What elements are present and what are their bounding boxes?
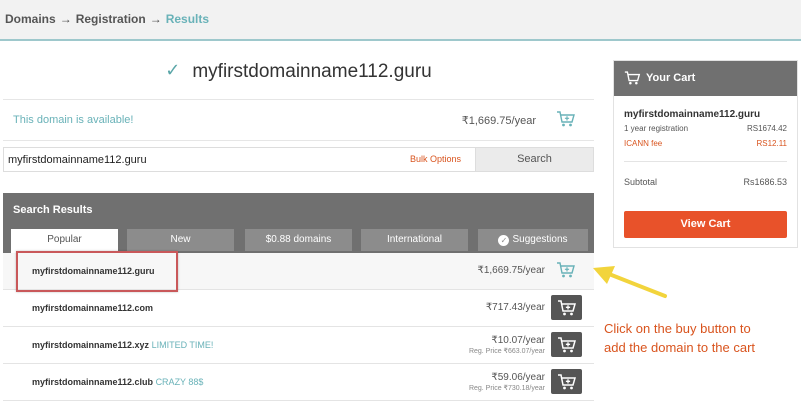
highlight-box <box>16 251 178 292</box>
cart-title: Your Cart <box>646 72 696 84</box>
annotation-line-1: Click on the buy button to <box>604 321 751 336</box>
domain-heading-text: myfirstdomainname112.guru <box>192 61 432 82</box>
cart-line-label: 1 year registration <box>624 124 689 133</box>
divider <box>624 161 787 162</box>
tab-suggestions[interactable]: ✓ Suggestions <box>478 229 588 251</box>
buy-button[interactable] <box>551 332 582 357</box>
buy-button[interactable] <box>551 295 582 320</box>
annotation-text: Click on the buy button to add the domai… <box>604 319 801 357</box>
in-cart-icon[interactable] <box>556 261 576 279</box>
breadcrumb-registration[interactable]: Registration <box>76 12 146 26</box>
result-price: ₹59.06/year Reg. Price ₹730.18/year <box>469 372 545 392</box>
promo-label: LIMITED TIME! <box>151 340 214 350</box>
cart-icon <box>624 71 641 85</box>
bulk-options-link[interactable]: Bulk Options <box>410 154 461 164</box>
result-price-value: ₹10.07/year <box>491 335 545 346</box>
cart-header: Your Cart <box>614 61 797 96</box>
search-bar: Bulk Options Search <box>3 147 594 172</box>
cart-add-icon <box>558 337 576 353</box>
domain-heading: ✓ myfirstdomainname112.guru <box>0 60 597 83</box>
result-domain-name: myfirstdomainname112.club CRAZY 88$ <box>32 377 203 387</box>
subtotal-value: Rs1686.53 <box>743 177 787 187</box>
availability-message: This domain is available! <box>13 114 134 126</box>
subtotal-label: Subtotal <box>624 177 658 187</box>
cart-line-value: RS12.11 <box>756 139 787 148</box>
search-input[interactable] <box>4 148 476 171</box>
result-price: ₹1,669.75/year <box>477 265 545 276</box>
result-row: myfirstdomainname112.com ₹717.43/year <box>3 290 594 327</box>
result-price-value: ₹59.06/year <box>491 372 545 383</box>
checkmark-icon: ✓ <box>165 60 181 80</box>
availability-row: This domain is available! ₹1,669.75/year <box>3 99 594 141</box>
cart-add-icon <box>558 300 576 316</box>
search-results-header: Search Results Popular New $0.88 domains… <box>3 193 594 253</box>
breadcrumb-arrow-icon: → <box>149 12 162 26</box>
promo-label: CRAZY 88$ <box>155 377 204 387</box>
result-domain-name: myfirstdomainname112.com <box>32 303 154 313</box>
availability-price: ₹1,669.75/year <box>461 115 536 127</box>
search-results-panel: Search Results Popular New $0.88 domains… <box>3 193 594 405</box>
cart-line-value: RS1674.42 <box>746 124 787 133</box>
cart-add-icon <box>558 374 576 390</box>
breadcrumb-arrow-icon: → <box>59 12 72 26</box>
result-domain-text: myfirstdomainname112.club <box>32 377 154 387</box>
result-price: ₹717.43/year <box>485 302 545 313</box>
tab-suggestions-label: Suggestions <box>512 234 568 245</box>
cart-line-icann: ICANN fee RS12.11 <box>624 139 787 148</box>
search-results-title: Search Results <box>13 204 93 216</box>
tab-new[interactable]: New <box>127 229 234 251</box>
regular-price: Reg. Price ₹663.07/year <box>468 348 545 355</box>
result-price: ₹10.07/year Reg. Price ₹663.07/year <box>469 335 545 355</box>
cart-line-label: ICANN fee <box>624 139 663 148</box>
breadcrumb-results: Results <box>165 12 210 26</box>
cart-domain: myfirstdomainname112.guru <box>624 109 761 120</box>
search-button[interactable]: Search <box>475 148 593 171</box>
cart-add-icon[interactable] <box>556 110 576 128</box>
breadcrumb-domains[interactable]: Domains <box>5 12 56 26</box>
cart-line-registration: 1 year registration RS1674.42 <box>624 124 787 133</box>
view-cart-button[interactable]: View Cart <box>624 211 787 238</box>
tab-international[interactable]: International <box>361 229 468 251</box>
result-row: myfirstdomainname112.club CRAZY 88$ ₹59.… <box>3 364 594 401</box>
regular-price: Reg. Price ₹730.18/year <box>468 385 545 392</box>
annotation-line-2: add the domain to the cart <box>604 340 756 355</box>
result-domain-text: myfirstdomainname112.xyz <box>32 340 150 350</box>
result-row: myfirstdomainname112.xyz LIMITED TIME! ₹… <box>3 327 594 364</box>
annotation-arrow-icon <box>593 266 667 298</box>
tab-088-domains[interactable]: $0.88 domains <box>245 229 352 251</box>
cart-panel: Your Cart myfirstdomainname112.guru 1 ye… <box>613 60 798 248</box>
tab-popular[interactable]: Popular <box>11 229 118 253</box>
cart-subtotal: Subtotal Rs1686.53 <box>624 177 787 187</box>
result-domain-name: myfirstdomainname112.xyz LIMITED TIME! <box>32 340 213 350</box>
breadcrumb-bar: Domains → Registration → Results <box>0 0 801 41</box>
check-circle-icon: ✓ <box>498 235 510 246</box>
buy-button[interactable] <box>551 369 582 394</box>
breadcrumb: Domains → Registration → Results <box>5 12 209 26</box>
